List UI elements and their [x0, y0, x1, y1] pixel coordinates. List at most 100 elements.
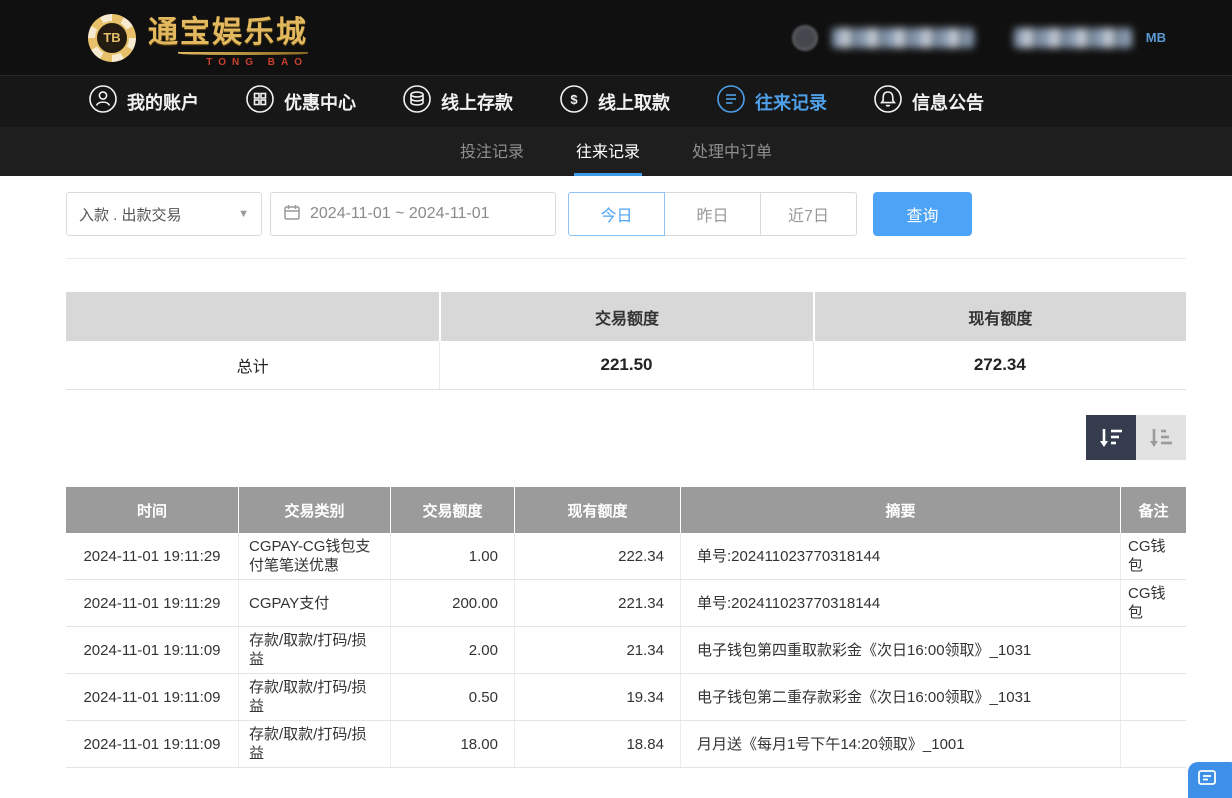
- logo-swoosh: [178, 52, 308, 55]
- cell-summary: 月月送《每月1号下午14:20领取》_1001: [680, 721, 1120, 767]
- yesterday-button[interactable]: 昨日: [664, 192, 761, 236]
- user-icon: [88, 84, 118, 119]
- nav-item-promotions[interactable]: 优惠中心: [245, 84, 356, 119]
- cell-remark: CG钱包: [1120, 533, 1186, 579]
- summary-total-row: 总计 221.50 272.34: [66, 341, 1186, 390]
- table-row: 2024-11-01 19:11:09 存款/取款/打码/损益 0.50 19.…: [66, 674, 1186, 721]
- cell-type: CGPAY支付: [238, 580, 390, 626]
- chevron-down-icon: ▼: [238, 208, 249, 220]
- cell-remark: [1120, 721, 1186, 767]
- summary-header-empty: [66, 292, 439, 341]
- withdraw-coin-icon: $: [559, 84, 589, 119]
- cell-remark: CG钱包: [1120, 580, 1186, 626]
- table-header-row: 时间 交易类别 交易额度 现有额度 摘要 备注: [66, 487, 1186, 533]
- cell-balance: 221.34: [514, 580, 680, 626]
- col-summary: 摘要: [680, 487, 1120, 533]
- summary-table: 交易额度 现有额度 总计 221.50 272.34: [66, 292, 1186, 390]
- col-type: 交易类别: [238, 487, 390, 533]
- summary-header-amount: 交易额度: [439, 292, 812, 341]
- cell-amount: 18.00: [390, 721, 514, 767]
- nav-item-transaction-records[interactable]: 往来记录: [716, 84, 827, 119]
- total-current-balance: 272.34: [813, 341, 1186, 389]
- cell-time: 2024-11-01 19:11:09: [66, 721, 238, 767]
- top-bar: TB 通宝娱乐城 TONG BAO MB: [0, 0, 1232, 75]
- main-nav: 我的账户 优惠中心 线上存款 $ 线上取款 往来记录 信息公告: [0, 75, 1232, 127]
- cell-summary: 单号:202411023770318144: [680, 580, 1120, 626]
- cell-amount: 200.00: [390, 580, 514, 626]
- records-icon: [716, 84, 746, 119]
- cell-time: 2024-11-01 19:11:09: [66, 674, 238, 720]
- chip-monogram: TB: [95, 21, 129, 55]
- transaction-type-dropdown[interactable]: 入款 . 出款交易 ▼: [66, 192, 262, 236]
- col-time: 时间: [66, 487, 238, 533]
- table-row: 2024-11-01 19:11:09 存款/取款/打码/损益 2.00 21.…: [66, 627, 1186, 674]
- calendar-icon: [283, 203, 301, 226]
- cell-amount: 0.50: [390, 674, 514, 720]
- cell-time: 2024-11-01 19:11:09: [66, 627, 238, 673]
- site-logo: TB 通宝娱乐城 TONG BAO: [88, 7, 308, 68]
- bell-icon: [873, 84, 903, 119]
- tab-processing-orders[interactable]: 处理中订单: [690, 127, 774, 176]
- total-transaction-amount: 221.50: [439, 341, 812, 389]
- nav-label: 优惠中心: [284, 89, 356, 115]
- logo-text: 通宝娱乐城 TONG BAO: [148, 7, 308, 68]
- table-row: 2024-11-01 19:11:29 CGPAY支付 200.00 221.3…: [66, 580, 1186, 627]
- nav-label: 信息公告: [912, 89, 984, 115]
- sort-ascending-button[interactable]: [1136, 415, 1186, 460]
- query-button[interactable]: 查询: [873, 192, 972, 236]
- nav-label: 我的账户: [127, 89, 199, 115]
- sort-controls: [66, 415, 1186, 460]
- svg-text:$: $: [570, 92, 578, 107]
- quick-date-group: 今日 昨日 近7日: [568, 192, 857, 236]
- deposit-coin-icon: [402, 84, 432, 119]
- last7days-button[interactable]: 近7日: [760, 192, 857, 236]
- total-label: 总计: [66, 341, 439, 389]
- tab-transaction-records[interactable]: 往来记录: [574, 127, 642, 176]
- gift-icon: [245, 84, 275, 119]
- record-tabs: 投注记录 往来记录 处理中订单: [0, 127, 1232, 176]
- cell-amount: 1.00: [390, 533, 514, 579]
- today-button[interactable]: 今日: [568, 192, 665, 236]
- col-balance: 现有额度: [514, 487, 680, 533]
- cell-time: 2024-11-01 19:11:29: [66, 533, 238, 579]
- nav-item-announcements[interactable]: 信息公告: [873, 84, 984, 119]
- cell-type: CGPAY-CG钱包支付笔笔送优惠: [238, 533, 390, 579]
- summary-header-row: 交易额度 现有额度: [66, 292, 1186, 341]
- site-title: 通宝娱乐城: [148, 7, 308, 51]
- avatar: [792, 25, 818, 51]
- cell-balance: 19.34: [514, 674, 680, 720]
- section-divider: [66, 258, 1186, 259]
- nav-item-online-deposit[interactable]: 线上存款: [402, 84, 513, 119]
- site-subtitle: TONG BAO: [148, 57, 308, 68]
- cell-remark: [1120, 627, 1186, 673]
- cell-summary: 电子钱包第四重取款彩金《次日16:00领取》_1031: [680, 627, 1120, 673]
- cell-remark: [1120, 674, 1186, 720]
- date-range-picker[interactable]: 2024-11-01 ~ 2024-11-01: [270, 192, 556, 236]
- content-area: 入款 . 出款交易 ▼ 2024-11-01 ~ 2024-11-01 今日 昨…: [66, 192, 1186, 768]
- table-row: 2024-11-01 19:11:09 存款/取款/打码/损益 18.00 18…: [66, 721, 1186, 768]
- currency-badge: MB: [1146, 30, 1166, 45]
- sort-descending-button[interactable]: [1086, 415, 1136, 460]
- user-zone: MB: [792, 25, 1166, 51]
- cell-balance: 222.34: [514, 533, 680, 579]
- nav-item-my-account[interactable]: 我的账户: [88, 84, 199, 119]
- date-range-value: 2024-11-01 ~ 2024-11-01: [310, 205, 490, 223]
- cell-type: 存款/取款/打码/损益: [238, 627, 390, 673]
- cell-balance: 21.34: [514, 627, 680, 673]
- table-row: 2024-11-01 19:11:29 CGPAY-CG钱包支付笔笔送优惠 1.…: [66, 533, 1186, 580]
- casino-chip-icon: TB: [88, 14, 136, 62]
- col-remark: 备注: [1120, 487, 1186, 533]
- dropdown-value: 入款 . 出款交易: [79, 204, 182, 225]
- customer-service-button[interactable]: [1188, 762, 1232, 798]
- nav-item-online-withdraw[interactable]: $ 线上取款: [559, 84, 670, 119]
- tab-betting-records[interactable]: 投注记录: [458, 127, 526, 176]
- transactions-table: 时间 交易类别 交易额度 现有额度 摘要 备注 2024-11-01 19:11…: [66, 487, 1186, 768]
- cell-type: 存款/取款/打码/损益: [238, 674, 390, 720]
- masked-balance: [1014, 28, 1132, 48]
- filter-row: 入款 . 出款交易 ▼ 2024-11-01 ~ 2024-11-01 今日 昨…: [66, 192, 1186, 236]
- nav-label: 往来记录: [755, 89, 827, 115]
- cell-type: 存款/取款/打码/损益: [238, 721, 390, 767]
- cell-time: 2024-11-01 19:11:29: [66, 580, 238, 626]
- summary-header-balance: 现有额度: [813, 292, 1186, 341]
- cell-summary: 电子钱包第二重存款彩金《次日16:00领取》_1031: [680, 674, 1120, 720]
